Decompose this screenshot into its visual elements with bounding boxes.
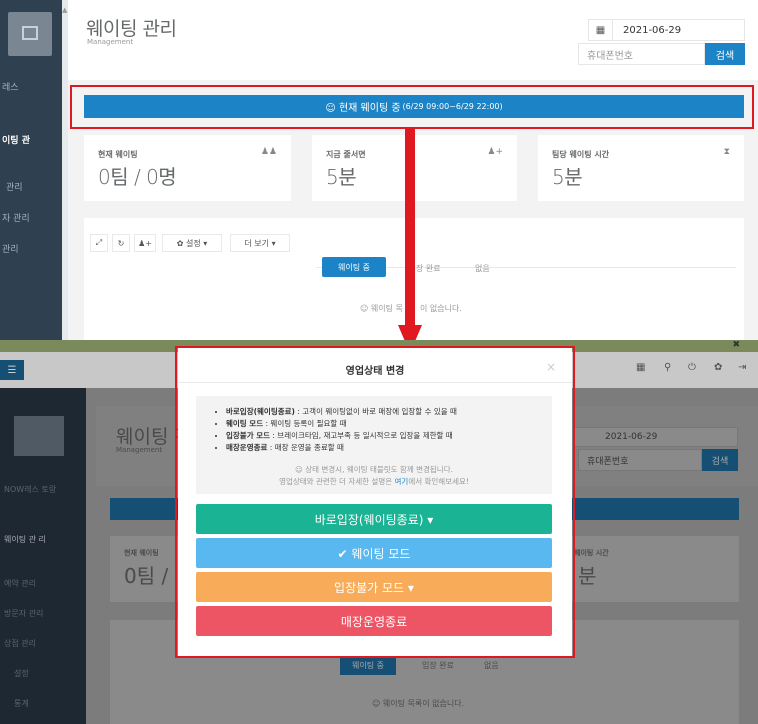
- phone-input[interactable]: 휴대폰번호: [578, 43, 705, 65]
- date-value: 2021-06-29: [623, 24, 682, 36]
- bottom-screenshot-panel: ✖ ☰ ▦ ⚲ ⏻ ✿ ⇥ NOW레스 토랑 웨이팅 관 리 예약 관리 방문자…: [0, 340, 758, 724]
- refresh-icon[interactable]: ↻: [112, 234, 130, 252]
- date-picker[interactable]: 2021-06-29: [574, 427, 738, 447]
- stat-card-per-team: 팀당 웨이팅 시간 ⧗ 5분: [538, 135, 744, 201]
- sidebar-item-restaurant[interactable]: 레스: [2, 80, 19, 93]
- stat-value: 5분: [326, 165, 357, 189]
- arrow-shaft: [405, 127, 415, 327]
- tab-none[interactable]: 없음: [475, 263, 490, 274]
- location-icon[interactable]: ⚲: [664, 362, 671, 373]
- stat-label: 현재 웨이팅: [124, 549, 159, 557]
- menu-icon[interactable]: ☰: [0, 360, 24, 380]
- page-title: 웨이팅 관리: [86, 18, 177, 40]
- sidebar-item-reservation[interactable]: 예약 관리: [4, 578, 36, 589]
- sidebar-item-waiting[interactable]: 웨이팅 관 리: [4, 534, 80, 545]
- logo-avatar: [14, 416, 64, 456]
- highlight-box: [175, 346, 575, 658]
- top-screenshot-panel: 레스 이팅 관 관리 자 관리 관리 ▲ 웨이팅 관리 Management ▦…: [0, 0, 758, 340]
- sidebar-item-visitor[interactable]: 방문자 관리: [4, 608, 43, 619]
- power-icon[interactable]: ⏻: [688, 362, 696, 373]
- page-header: 웨이팅 관리 Management ▦ 2021-06-29 휴대폰번호 검색: [68, 0, 758, 80]
- settings-dropdown[interactable]: ✿ 설정 ▾: [162, 234, 222, 252]
- gear-icon[interactable]: ✿: [714, 362, 722, 373]
- sidebar-item-waiting[interactable]: 이팅 관: [2, 133, 30, 146]
- stat-card-current: 현재 웨이팅 ♟♟ 0팀 / 0명: [84, 135, 291, 201]
- date-picker[interactable]: ▦ 2021-06-29: [588, 19, 745, 41]
- page-subtitle: Management: [116, 446, 163, 454]
- sidebar-item-reservation[interactable]: 관리: [6, 180, 23, 193]
- sidebar-item-shop[interactable]: 관리: [2, 242, 19, 255]
- stat-label: 팀당 웨이팅 시간: [552, 150, 610, 159]
- stat-value: 분: [578, 564, 597, 588]
- monitor-icon[interactable]: ▦: [636, 362, 645, 373]
- calendar-icon: ▦: [589, 20, 613, 40]
- tab-completed[interactable]: 입장 완료: [422, 660, 454, 671]
- hourglass-icon: ⧗: [723, 147, 730, 157]
- search-button[interactable]: 검색: [702, 449, 738, 471]
- logout-icon[interactable]: ⇥: [738, 362, 746, 373]
- sidebar-item-stats[interactable]: 통계: [14, 698, 29, 709]
- scroll-up-icon[interactable]: ▲: [62, 6, 67, 14]
- add-user-icon[interactable]: ♟+: [134, 234, 156, 252]
- sidebar-item-settings[interactable]: 설정: [14, 668, 29, 679]
- stat-value: 0팀 / 0명: [98, 165, 177, 189]
- empty-message-tail: 이 없습니다.: [420, 304, 462, 313]
- dim-sidebar: NOW레스 토랑 웨이팅 관 리 예약 관리 방문자 관리 상점 관리 설정 통…: [0, 388, 86, 724]
- sidebar-item-restaurant[interactable]: NOW레스 토랑: [4, 484, 80, 495]
- user-add-icon: ♟+: [487, 147, 503, 157]
- sidebar: 레스 이팅 관 관리 자 관리 관리 ▲: [0, 0, 68, 340]
- group-icon: ♟♟: [260, 147, 277, 157]
- tab-completed[interactable]: 장 완료: [416, 263, 441, 274]
- stat-value: 5분: [552, 165, 583, 189]
- tab-none[interactable]: 없음: [484, 660, 499, 671]
- stat-label: 현재 웨이팅: [98, 150, 138, 159]
- stat-label: 지금 줄서면: [326, 150, 366, 159]
- sidebar-item-shop[interactable]: 상점 관리: [4, 638, 36, 649]
- empty-message: ☺ 웨이팅 목: [360, 304, 403, 313]
- more-dropdown[interactable]: 더 보기 ▾: [230, 234, 290, 252]
- page-subtitle: Management: [87, 38, 134, 46]
- stat-value: 0팀 /: [124, 564, 169, 588]
- close-icon[interactable]: ✖: [732, 340, 740, 350]
- expand-icon[interactable]: ⤢: [90, 234, 108, 252]
- sidebar-item-visitor[interactable]: 자 관리: [2, 211, 30, 224]
- highlight-box: [70, 85, 754, 129]
- phone-input[interactable]: 휴대폰번호: [578, 449, 702, 471]
- tab-waiting[interactable]: 웨이팅 중: [340, 656, 396, 675]
- logo-avatar: [8, 12, 52, 56]
- tab-waiting[interactable]: 웨이팅 중: [322, 257, 386, 277]
- empty-message: ☺ 웨이팅 목록이 없습니다.: [372, 699, 465, 708]
- store-icon: [22, 26, 38, 40]
- stat-label: 웨이팅 시간: [574, 549, 609, 557]
- search-button[interactable]: 검색: [705, 43, 745, 65]
- stat-card-per-team: 웨이팅 시간 분: [570, 536, 739, 602]
